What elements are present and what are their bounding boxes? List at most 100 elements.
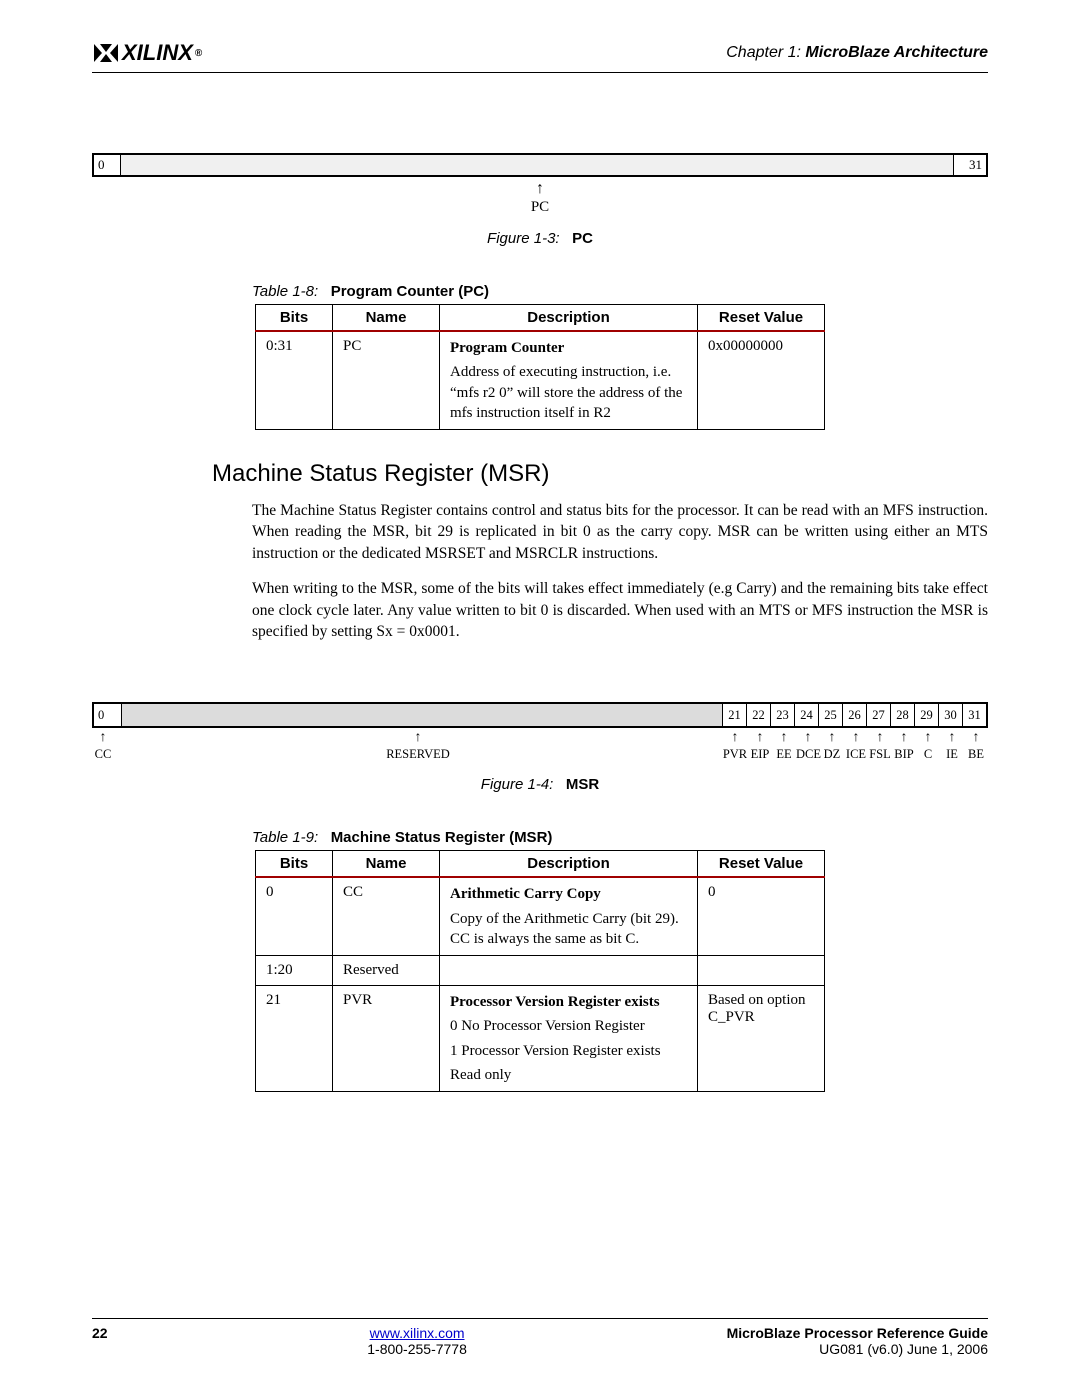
msr-bit-cell: 21	[722, 704, 746, 726]
fig-name: MSR	[566, 776, 599, 793]
td-name: CC	[333, 877, 440, 955]
table-1-8-caption: Table 1-8: Program Counter (PC)	[252, 283, 988, 300]
td-bits: 1:20	[256, 956, 333, 986]
msr-field-label: DCE	[796, 747, 820, 762]
msr-field-label: C	[916, 747, 940, 762]
arrow-up: ↑	[916, 730, 940, 746]
arrow-up: ↑	[722, 730, 748, 746]
msr-bit-row: 0 21 22 23 24 25 26 27 28 29 30 31	[92, 702, 988, 728]
arrow-up: ↑	[868, 730, 892, 746]
arrow-up: ↑	[844, 730, 868, 746]
arrow-up: ↑	[92, 730, 114, 746]
arrow-up: ↑	[820, 730, 844, 746]
arrow-up: ↑	[964, 730, 988, 746]
msr-bit-diagram: 0 21 22 23 24 25 26 27 28 29 30 31 ↑ ↑ ↑…	[92, 702, 988, 762]
table-msr: Bits Name Description Reset Value 0 CC A…	[255, 850, 825, 1092]
msr-bit-cell: 23	[770, 704, 794, 726]
footer-phone: 1-800-255-7778	[367, 1341, 467, 1357]
tbl-name: Program Counter (PC)	[331, 283, 489, 300]
arrow-up: ↑	[772, 730, 796, 746]
table-header-row: Bits Name Description Reset Value	[256, 305, 825, 332]
fig-prefix: Figure 1-4:	[481, 776, 554, 793]
pc-field	[121, 155, 953, 175]
msr-label-row: CC RESERVED PVR EIP EE DCE DZ ICE FSL BI…	[92, 747, 988, 762]
desc-text: 1 Processor Version Register exists	[450, 1041, 687, 1061]
th-desc: Description	[440, 851, 698, 878]
arrow-up: ↑	[748, 730, 772, 746]
footer-center: www.xilinx.com 1-800-255-7778	[367, 1325, 467, 1357]
pc-bit-row: 0 31	[92, 153, 988, 177]
page-footer: 22 www.xilinx.com 1-800-255-7778 MicroBl…	[92, 1318, 988, 1357]
bit-low: 0	[94, 155, 121, 175]
td-bits: 21	[256, 986, 333, 1092]
td-reset: 0x00000000	[698, 331, 825, 430]
arrow-up: ↑	[114, 730, 722, 746]
msr-label-reserved: RESERVED	[114, 747, 722, 762]
td-name: Reserved	[333, 956, 440, 986]
footer-url-link[interactable]: www.xilinx.com	[370, 1325, 465, 1341]
msr-reserved-field	[121, 704, 722, 726]
table-1-9-caption: Table 1-9: Machine Status Register (MSR)	[252, 829, 988, 846]
msr-bit-cell: 25	[818, 704, 842, 726]
logo-text: XILINX	[122, 40, 193, 66]
td-desc: Arithmetic Carry Copy Copy of the Arithm…	[440, 877, 698, 955]
pc-bit-diagram: 0 31 ↑ PC	[92, 153, 988, 216]
tbl-prefix: Table 1-9:	[252, 829, 318, 846]
arrow-up: ↑	[940, 730, 964, 746]
table-program-counter: Bits Name Description Reset Value 0:31 P…	[255, 304, 825, 430]
bit-high: 31	[953, 155, 986, 175]
msr-bit-cell: 30	[938, 704, 962, 726]
desc-bold: Arithmetic Carry Copy	[450, 884, 687, 904]
msr-field-label: BE	[964, 747, 988, 762]
msr-para-2: When writing to the MSR, some of the bit…	[252, 578, 988, 642]
th-bits: Bits	[256, 305, 333, 332]
desc-text: Address of executing instruction, i.e. “…	[450, 362, 687, 423]
pc-field-label: PC	[92, 199, 988, 216]
section-title-msr: Machine Status Register (MSR)	[212, 460, 988, 488]
td-name: PVR	[333, 986, 440, 1092]
tbl-name: Machine Status Register (MSR)	[331, 829, 553, 846]
logo-icon	[92, 42, 120, 64]
table-row: 0 CC Arithmetic Carry Copy Copy of the A…	[256, 877, 825, 955]
chapter-name: MicroBlaze Architecture	[805, 44, 988, 61]
msr-bit-cell: 24	[794, 704, 818, 726]
msr-bit-cell: 26	[842, 704, 866, 726]
td-bits: 0	[256, 877, 333, 955]
msr-bit-cell: 27	[866, 704, 890, 726]
msr-para-1: The Machine Status Register contains con…	[252, 500, 988, 564]
table-row: 1:20 Reserved	[256, 956, 825, 986]
msr-field-label: PVR	[722, 747, 748, 762]
th-reset: Reset Value	[698, 305, 825, 332]
pc-arrow: ↑	[92, 181, 988, 197]
td-bits: 0:31	[256, 331, 333, 430]
fig-prefix: Figure 1-3:	[487, 230, 560, 247]
msr-bit-cell: 29	[914, 704, 938, 726]
footer-left: 22	[92, 1325, 108, 1357]
th-bits: Bits	[256, 851, 333, 878]
td-name: PC	[333, 331, 440, 430]
td-desc: Program Counter Address of executing ins…	[440, 331, 698, 430]
figure-1-3-caption: Figure 1-3: PC	[92, 230, 988, 247]
msr-bit-cell: 28	[890, 704, 914, 726]
msr-field-label: EIP	[748, 747, 772, 762]
msr-label-cc: CC	[92, 747, 114, 762]
msr-field-label: IE	[940, 747, 964, 762]
th-reset: Reset Value	[698, 851, 825, 878]
arrow-up: ↑	[796, 730, 820, 746]
msr-field-label: ICE	[844, 747, 868, 762]
table-row: 21 PVR Processor Version Register exists…	[256, 986, 825, 1092]
desc-bold: Processor Version Register exists	[450, 992, 687, 1012]
page-header: XILINX® Chapter 1: MicroBlaze Architectu…	[92, 40, 988, 73]
td-reset: Based on option C_PVR	[698, 986, 825, 1092]
page-number: 22	[92, 1325, 108, 1341]
fig-name: PC	[572, 230, 593, 247]
msr-bit-cell: 31	[962, 704, 986, 726]
msr-arrow-row: ↑ ↑ ↑ ↑ ↑ ↑ ↑ ↑ ↑ ↑ ↑ ↑ ↑	[92, 730, 988, 746]
desc-bold: Program Counter	[450, 338, 687, 358]
footer-docid: UG081 (v6.0) June 1, 2006	[819, 1341, 988, 1357]
table-row: 0:31 PC Program Counter Address of execu…	[256, 331, 825, 430]
desc-text: Read only	[450, 1065, 687, 1085]
msr-field-label: DZ	[820, 747, 844, 762]
chapter-heading: Chapter 1: MicroBlaze Architecture	[726, 44, 988, 62]
footer-title: MicroBlaze Processor Reference Guide	[727, 1325, 988, 1341]
